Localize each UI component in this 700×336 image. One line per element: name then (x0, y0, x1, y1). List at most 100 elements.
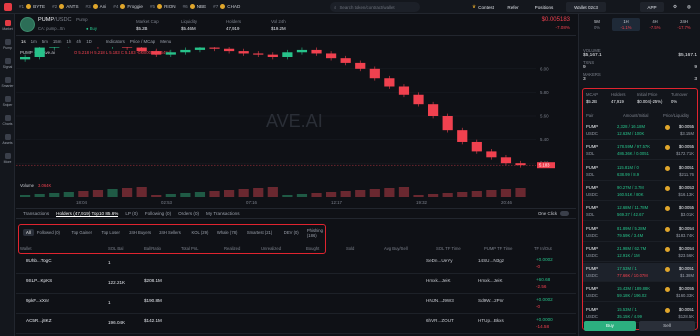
column-header[interactable]: TF In/Out (534, 246, 552, 251)
interval-1D[interactable]: 1D (86, 39, 92, 44)
chart-menu-button[interactable]: Menu (160, 39, 171, 44)
tab-3[interactable]: Following (0) (145, 211, 171, 216)
pair-row[interactable]: PUMP SOL 12.68M / 11.78M 569.37 / 42.67 $0.0… (583, 202, 697, 222)
column-header[interactable]: SOL TF Time (436, 246, 461, 251)
sidebar-item-assets[interactable]: Assets (0, 134, 15, 145)
price-chart[interactable]: 6.005.805.605.405.20AVE.AIPUMP · 1 · Ave… (16, 47, 576, 207)
trending-ticker[interactable]: #7 CHAD (213, 4, 240, 9)
timeframe-1H[interactable]: 1H -1.1% (612, 18, 640, 31)
interval-4h[interactable]: 4h (76, 39, 81, 44)
column-header[interactable]: Bal/Ratio (144, 246, 161, 251)
contest-button[interactable]: ♛ Contest (470, 2, 496, 12)
pair-row[interactable]: PUMP SOL 178.59M / 97.57K 486.36K / 0.0051 $… (583, 141, 697, 161)
buy-button[interactable]: Buy (584, 321, 636, 331)
ave-logo[interactable] (4, 2, 12, 11)
filter-chip[interactable]: Phishing (186) (307, 228, 325, 238)
pair-row[interactable]: PUMP USDC 17.53M / 1 77.66K / 10.07M $0.0051… (583, 263, 697, 283)
interval-1m[interactable]: 1m (31, 39, 37, 44)
one-click-toggle[interactable]: One Click (538, 211, 570, 217)
pair-row[interactable]: PUMP USDC 2,328 / 16.18M 12.63M / 100K $0.00… (583, 121, 697, 140)
filter-chip[interactable]: 24H Buyers (129, 229, 151, 236)
sidebar-item-pump[interactable]: Pump (0, 39, 15, 50)
interval-1s[interactable]: 1s (21, 39, 26, 44)
table-row[interactable]: 9pkF...xXnr 1 $190.8M HNJN...J9W3 Sd9W...2Pn… (16, 294, 576, 314)
filter-chip[interactable]: DEV (0) (284, 229, 299, 236)
wallet-button[interactable]: Wallet 02c3 (566, 2, 606, 12)
pump-transfer-from[interactable]: 14SU...N3gz (478, 258, 504, 263)
table-row[interactable]: 9SLP...KpKS 122.21K $208.1M Hmxk...JeiK Hmxk… (16, 274, 576, 294)
pair-row[interactable]: PUMP USDC 90.27M / 3.7M 160.51K / 80K $0.005… (583, 182, 697, 201)
wallet-address[interactable]: 9SLP...KpKS (26, 278, 52, 283)
app-button[interactable]: APP (640, 2, 664, 12)
trending-ticker[interactable]: #3 Ani (86, 4, 106, 9)
language-button[interactable]: ◍ (684, 2, 694, 12)
sol-transfer-from[interactable]: SeDn...UeYy (426, 258, 453, 263)
column-header[interactable]: Avg Buy/Sell (384, 246, 408, 251)
trending-ticker[interactable]: #4 Froggie (113, 4, 143, 9)
tab-2[interactable]: LP (0) (125, 211, 137, 216)
trending-ticker[interactable]: #6 NBE (183, 4, 206, 9)
trending-ticker[interactable]: #1 BYTE (19, 4, 45, 9)
sol-transfer-from[interactable]: 6hVR...ZOUT (426, 318, 454, 323)
table-row[interactable]: 8Uhb...TogC 1 SeDn...UeYy 14SU...N3gz +0.000… (16, 254, 576, 274)
wallet-address[interactable]: 9pkF...xXnr (26, 298, 49, 303)
contract-address[interactable]: CA: pump...ttn (38, 26, 65, 31)
filter-chip[interactable]: All (23, 229, 34, 236)
sidebar-item-more[interactable]: More (0, 153, 15, 164)
buy-badge[interactable]: ● Buy (86, 26, 97, 31)
filter-chip[interactable]: Followed (0) (37, 229, 60, 236)
pair-row[interactable]: PUMP USDC 21.98M / 62.7M 12.91K / 1M $0.0054… (583, 243, 697, 262)
filter-chip[interactable]: Smartest (21) (247, 229, 272, 236)
sell-button[interactable]: Sell (639, 321, 695, 331)
sol-transfer-from[interactable]: HNJN...J9W3 (426, 298, 454, 303)
interval-15m[interactable]: 15m (53, 39, 62, 44)
price-mcap-toggle[interactable]: Price / MCap (130, 39, 155, 44)
timeframe-4H[interactable]: 4H -7.5% (641, 18, 669, 31)
column-header[interactable]: Sold (346, 246, 354, 251)
sidebar-item-market[interactable]: Market (0, 20, 15, 31)
sidebar-item-sniper[interactable]: Sniper (0, 96, 15, 107)
tab-4[interactable]: Orders (0) (178, 211, 199, 216)
pump-transfer-from[interactable]: Hmxk...JeiK (478, 278, 503, 283)
pair-row[interactable]: PUMP USDC 15.43M / 189.88K 59.18K / 196.02 $… (583, 283, 697, 303)
pump-transfer-from[interactable]: HTUp...Bkxs (478, 318, 504, 323)
filter-chip[interactable]: Top Gainer (72, 229, 92, 236)
positions-button[interactable]: Positions (528, 2, 560, 12)
tab-0[interactable]: Transactions (23, 211, 49, 216)
tab-5[interactable]: My Transactions (206, 211, 239, 216)
table-row[interactable]: AC5R...j8KZ 196.04K $142.1M 6hVR...ZOUT HTUp… (16, 314, 576, 334)
pair-row[interactable]: PUMP USDC 15.53M / 1 35.15K / 4.99 $0.0051 $1… (583, 304, 697, 323)
sidebar-item-signal[interactable]: Signal (0, 58, 15, 69)
wallet-address[interactable]: 8Uhb...TogC (26, 258, 52, 263)
toggle-switch[interactable] (560, 211, 570, 217)
timeframe-24H[interactable]: 24H -17.7% (670, 18, 698, 31)
refer-button[interactable]: Refer (502, 2, 524, 12)
timeframe-5M[interactable]: 5M 0% (583, 18, 611, 31)
filter-chip[interactable]: 24H Sellers (159, 229, 181, 236)
column-header[interactable]: PUMP TF Time (484, 246, 512, 251)
pair-row[interactable]: PUMP USDC 81.89M / 5.28M 79.59K / 3.4M $0.00… (583, 223, 697, 242)
trending-ticker[interactable]: #2 ANTS (52, 4, 79, 9)
sidebar-item-charts[interactable]: Charts (0, 115, 15, 126)
interval-5m[interactable]: 5m (42, 39, 48, 44)
column-header[interactable]: Total PnL (181, 246, 198, 251)
indicators-button[interactable]: Indicators (106, 39, 125, 44)
column-header[interactable]: SOL Bal (108, 246, 123, 251)
interval-1h[interactable]: 1h (66, 39, 71, 44)
filter-chip[interactable]: KOL (29) (192, 229, 209, 236)
tab-1[interactable]: Holders (47,919) Top10 85.6% (56, 211, 119, 217)
search-input[interactable]: ⌕ Search token/contract/wallet (330, 2, 420, 12)
filter-chip[interactable]: Top Loser (102, 229, 120, 236)
column-header[interactable]: Realized (224, 246, 240, 251)
column-header[interactable]: Wallet (20, 246, 31, 251)
wallet-address[interactable]: AC5R...j8KZ (26, 318, 52, 323)
trending-ticker[interactable]: #5 RION (150, 4, 176, 9)
sidebar-item-smarter[interactable]: Smarter (0, 77, 15, 88)
filter-chip[interactable]: Whale (78) (217, 229, 237, 236)
pair-row[interactable]: PUMP SOL 115.81M / 0 638.99 / 8.9 $0.0051 $21… (583, 162, 697, 181)
column-header[interactable]: Bought (306, 246, 319, 251)
column-header[interactable]: Unrealized (261, 246, 281, 251)
sol-transfer-from[interactable]: Hmxk...JeiK (426, 278, 451, 283)
pump-transfer-from[interactable]: Sd9W...2Pnr (478, 298, 504, 303)
settings-button[interactable]: ⚙ (670, 2, 680, 12)
